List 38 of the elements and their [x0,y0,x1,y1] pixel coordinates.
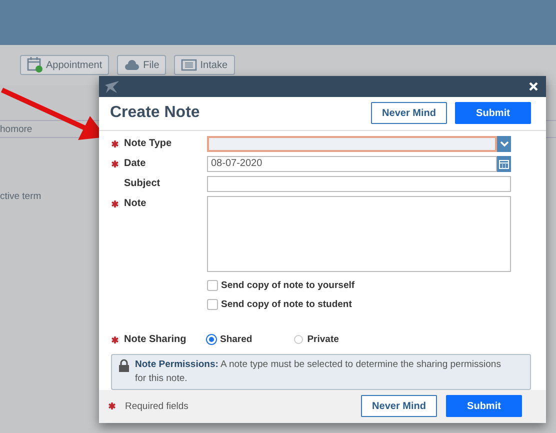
submit-button[interactable]: Submit [446,395,522,418]
field-label: Note Sharing [124,334,186,346]
dialog-title: Create Note [110,104,200,122]
background-text: homore [0,124,32,134]
permissions-text: Note Permissions: A note type must be selected to determine the sharing permissions for this note. [135,358,502,386]
field-label: Subject [124,178,160,190]
calendar-button[interactable] [497,156,511,172]
radio-button[interactable] [294,335,304,344]
lock-icon [118,358,130,372]
checkbox[interactable] [207,280,218,291]
checkbox[interactable] [207,298,218,310]
checkbox-label: Send copy of note to yourself [221,280,355,291]
toolbar-button[interactable]: File [117,55,166,75]
cloud-icon [124,59,140,71]
required-asterisk-icon [108,402,116,410]
note-type-select[interactable] [207,136,497,152]
submit-button[interactable]: Submit [455,102,531,124]
never-mind-button[interactable]: Never Mind [361,395,437,418]
required-fields-note: Required fields [125,400,188,412]
checkbox-label: Send copy of note to student [221,298,352,310]
close-icon[interactable] [529,82,538,92]
background-text: ctive term [0,190,42,202]
date-field[interactable]: 08-07-2020 [207,156,497,172]
toolbar-button[interactable]: Intake [174,55,235,75]
radio-label: Shared [220,334,252,346]
field-label: Date [124,158,146,170]
never-mind-button[interactable]: Never Mind [371,102,447,124]
field-label: Note Type [124,138,172,150]
dropdown-button[interactable] [497,136,511,152]
chevron-down-icon [500,140,508,147]
subject-field[interactable] [207,176,511,192]
toolbar-button[interactable]: Appointment [20,55,110,75]
radio-label: Private [307,334,339,346]
list-icon [181,59,198,71]
calendar-icon [499,158,509,169]
note-textarea[interactable] [207,196,511,272]
calendar-add-icon [27,57,43,73]
field-label: Note [124,198,146,210]
